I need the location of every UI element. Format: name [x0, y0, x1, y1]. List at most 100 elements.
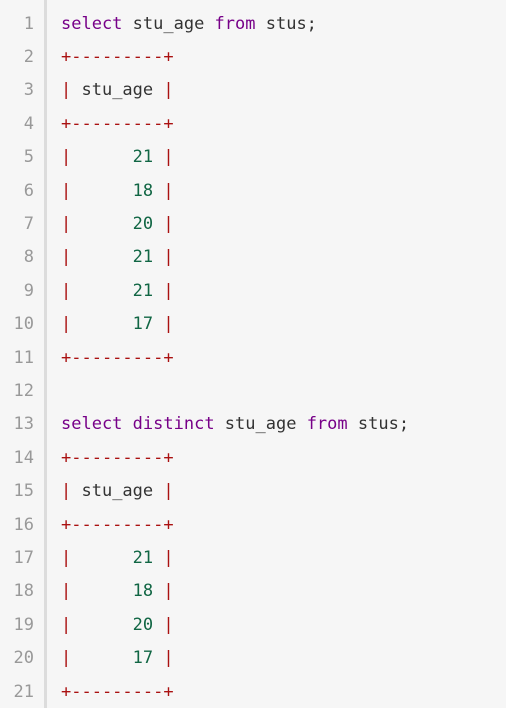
table-border: |	[163, 247, 174, 268]
code-text: stu_age	[71, 80, 164, 101]
line-number: 8	[23, 247, 34, 268]
code-line: 20 | 17 |	[0, 642, 506, 675]
line-code: | 21 |	[61, 147, 174, 167]
line-number: 13	[13, 414, 34, 435]
table-border: |	[61, 581, 72, 602]
code-line: 15 | stu_age |	[0, 475, 506, 508]
code-line: 6 | 18 |	[0, 174, 506, 207]
line-number: 3	[23, 80, 34, 101]
table-border: |	[163, 314, 174, 335]
line-number: 1	[23, 13, 34, 34]
sql-keyword: select	[61, 13, 123, 34]
result-value: 21	[132, 147, 154, 168]
code-text: stu_age	[122, 13, 215, 34]
code-line: 16 +---------+	[0, 508, 506, 541]
table-border: |	[61, 213, 72, 234]
table-border: |	[163, 147, 174, 168]
code-line: 9 | 21 |	[0, 274, 506, 307]
line-number: 17	[13, 547, 34, 568]
code-line: 8 | 21 |	[0, 241, 506, 274]
table-border: |	[163, 481, 174, 502]
table-border: |	[61, 547, 72, 568]
line-code: +---------+	[61, 348, 174, 368]
line-code: | 17 |	[61, 648, 174, 668]
line-code: | 21 |	[61, 247, 174, 267]
table-border: +---------+	[61, 514, 174, 535]
line-code: | 20 |	[61, 214, 174, 234]
result-value: 21	[132, 280, 154, 301]
line-number: 18	[13, 581, 34, 602]
result-value: 18	[132, 180, 154, 201]
line-number: 5	[23, 147, 34, 168]
line-number: 14	[13, 447, 34, 468]
line-code: | stu_age |	[61, 80, 174, 100]
line-code: +---------+	[61, 448, 174, 468]
code-line: 11 +---------+	[0, 341, 506, 374]
line-code: | 20 |	[61, 615, 174, 635]
code-line: 10 | 17 |	[0, 308, 506, 341]
line-number: 4	[23, 113, 34, 134]
line-number: 7	[23, 213, 34, 234]
table-border: |	[163, 213, 174, 234]
table-border: |	[61, 614, 72, 635]
sql-keyword: from	[306, 414, 348, 435]
line-number: 20	[13, 648, 34, 669]
result-value: 21	[132, 247, 154, 268]
code-line: 14 +---------+	[0, 441, 506, 474]
line-code: select stu_age from stus;	[61, 14, 317, 34]
code-text: stus;	[255, 13, 317, 34]
code-view: 1 select stu_age from stus; 2 +---------+ 3 |…	[0, 0, 506, 708]
sql-keyword: select	[61, 414, 123, 435]
table-border: +---------+	[61, 46, 174, 67]
result-value: 20	[132, 614, 154, 635]
table-border: |	[163, 180, 174, 201]
sql-keyword: from	[214, 13, 256, 34]
code-line: 1 select stu_age from stus;	[0, 7, 506, 40]
table-border: +---------+	[61, 681, 174, 702]
line-code: select distinct stu_age from stus;	[61, 414, 409, 434]
line-code: | 21 |	[61, 281, 174, 301]
line-code: +---------+	[61, 682, 174, 702]
code-text: stu_age	[214, 414, 307, 435]
line-number: 6	[23, 180, 34, 201]
code-line: 12	[0, 374, 506, 407]
line-number: 16	[13, 514, 34, 535]
sql-keyword: distinct	[132, 414, 215, 435]
table-border: |	[61, 247, 72, 268]
result-value: 18	[132, 581, 154, 602]
table-border: |	[61, 180, 72, 201]
table-border: |	[163, 280, 174, 301]
table-border: +---------+	[61, 447, 174, 468]
result-value: 20	[132, 213, 154, 234]
line-code: +---------+	[61, 515, 174, 535]
table-border: |	[61, 648, 72, 669]
line-code: +---------+	[61, 47, 174, 67]
line-code: +---------+	[61, 114, 174, 134]
table-border: |	[61, 147, 72, 168]
code-line: 21 +---------+	[0, 675, 506, 708]
table-border: |	[163, 648, 174, 669]
code-line: 3 | stu_age |	[0, 74, 506, 107]
code-text: stus;	[347, 414, 410, 435]
code-line: 13 select distinct stu_age from stus;	[0, 408, 506, 441]
code-line: 7 | 20 |	[0, 207, 506, 240]
line-code: | 18 |	[61, 181, 174, 201]
table-border: |	[163, 581, 174, 602]
line-number: 11	[13, 347, 34, 368]
